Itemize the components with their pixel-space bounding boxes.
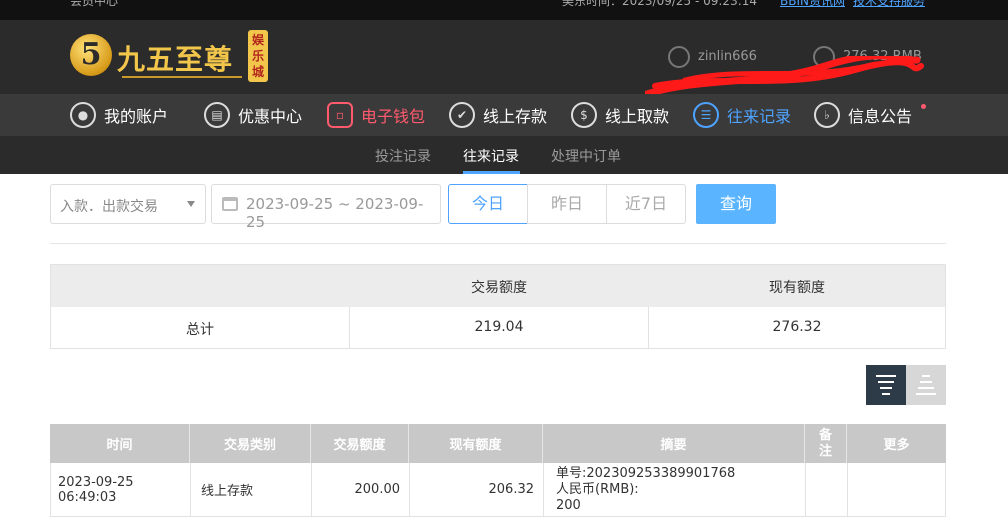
- table-row: 2023-09-25 06:49:03 线上存款 200.00 206.32 单…: [50, 463, 946, 517]
- summary-header-amount: 交易额度: [471, 280, 527, 296]
- cell-balance: 206.32: [410, 463, 544, 516]
- top-bar: 会员中心 美东时间：2023/09/25 - 09:23:14 BBIN资讯网 …: [0, 0, 1008, 20]
- column-more: 更多: [883, 438, 910, 453]
- date-range-value: 2023-09-25 ~ 2023-09-25: [246, 195, 424, 231]
- chevron-down-icon: [187, 201, 195, 207]
- nav-e-wallet[interactable]: ▫ 电子钱包: [327, 94, 425, 136]
- transaction-type-select[interactable]: 入款．出款交易: [50, 184, 206, 224]
- nav-online-withdraw[interactable]: $ 线上取款: [571, 94, 669, 136]
- main-nav: ● 我的账户 ▤ 优惠中心 ▫ 电子钱包 ✔ 线上存款 $ 线上取款 ☰ 往来记…: [0, 94, 1008, 136]
- summary-total-amount: 219.04: [474, 319, 524, 335]
- nav-label: 线上存款: [483, 107, 548, 126]
- username: zinlin666: [698, 49, 757, 64]
- nav-label: 线上取款: [605, 107, 670, 126]
- sort-descending-icon[interactable]: [866, 365, 906, 405]
- calendar-icon: [222, 197, 238, 211]
- yesterday-button[interactable]: 昨日: [527, 184, 607, 224]
- tab-pending-orders[interactable]: 处理中订单: [551, 146, 621, 166]
- cell-summary: 单号:202309253389901768 人民币(RMB): 200: [544, 463, 806, 516]
- logo-text: 九五至尊: [117, 43, 234, 76]
- balance-icon: [813, 46, 835, 68]
- tab-transaction-records[interactable]: 往来记录: [463, 146, 519, 166]
- transaction-type-value: 入款．出款交易: [60, 199, 158, 215]
- summary-table: 交易额度 现有额度 总计 219.04 276.32: [50, 264, 946, 349]
- divider: [50, 243, 946, 244]
- cell-time: 2023-09-25 06:49:03: [51, 463, 191, 516]
- query-button[interactable]: 查询: [696, 184, 776, 224]
- sub-nav: 投注记录 往来记录 处理中订单: [0, 136, 1008, 174]
- cell-note: [806, 463, 848, 516]
- nav-online-deposit[interactable]: ✔ 线上存款: [449, 94, 547, 136]
- bbin-news-link[interactable]: BBIN资讯网: [780, 0, 845, 9]
- logo-badge: 娱乐城: [248, 30, 268, 82]
- column-time: 时间: [50, 424, 190, 463]
- notification-dot: [921, 104, 926, 109]
- bell-icon: ♭: [814, 102, 840, 128]
- wallet-icon: ▫: [327, 102, 353, 128]
- nav-promotions[interactable]: ▤ 优惠中心: [204, 94, 302, 136]
- today-button[interactable]: 今日: [448, 184, 528, 224]
- last-7-days-button[interactable]: 近7日: [606, 184, 686, 224]
- nav-label: 信息公告: [848, 107, 913, 126]
- logo-mark: 5: [70, 34, 112, 76]
- deposit-icon: ✔: [449, 102, 475, 128]
- currency-amount: 200: [556, 497, 581, 513]
- column-note: 备注: [805, 424, 847, 463]
- tech-support-link[interactable]: 技术支持服务: [853, 0, 925, 9]
- column-amount: 交易额度: [311, 424, 409, 463]
- person-icon: ●: [70, 102, 96, 128]
- date-range-input[interactable]: 2023-09-25 ~ 2023-09-25: [211, 184, 441, 231]
- column-summary: 摘要: [543, 424, 805, 463]
- gift-icon: ▤: [204, 102, 230, 128]
- summary-total-balance: 276.32: [772, 319, 822, 335]
- server-time: 美东时间：2023/09/25 - 09:23:14: [562, 0, 758, 8]
- nav-records[interactable]: ☰ 往来记录: [693, 94, 791, 136]
- table-header: 时间 交易类别 交易额度 现有额度 摘要 备注 更多: [50, 424, 946, 463]
- nav-label: 优惠中心: [238, 107, 303, 126]
- site-logo[interactable]: 5 九五至尊 娱乐城: [70, 30, 270, 84]
- cell-amount: 200.00: [312, 463, 410, 516]
- currency-label: 人民币(RMB):: [556, 481, 639, 497]
- cell-type: 线上存款: [191, 463, 312, 516]
- nav-label: 我的账户: [104, 107, 169, 126]
- column-type: 交易类别: [190, 424, 311, 463]
- cell-more[interactable]: [848, 463, 947, 516]
- summary-total-label: 总计: [186, 322, 214, 338]
- column-balance: 现有额度: [409, 424, 543, 463]
- tab-bet-records[interactable]: 投注记录: [375, 146, 431, 166]
- user-icon: [668, 46, 690, 68]
- withdraw-icon: $: [571, 102, 597, 128]
- logo-underline: [122, 76, 242, 78]
- active-tab-underline: [463, 171, 520, 174]
- order-number: 单号:202309253389901768: [556, 465, 736, 481]
- summary-header-balance: 现有额度: [769, 280, 825, 296]
- records-icon: ☰: [693, 102, 719, 128]
- site-header: 5 九五至尊 娱乐城 zinlin666 276.32 RMB: [0, 20, 1008, 98]
- nav-label: 电子钱包: [361, 107, 426, 126]
- nav-announcements[interactable]: ♭ 信息公告: [814, 94, 912, 136]
- sort-ascending-icon[interactable]: [906, 365, 946, 405]
- balance: 276.32 RMB: [843, 49, 922, 64]
- nav-my-account[interactable]: ● 我的账户: [70, 94, 168, 136]
- nav-label: 往来记录: [727, 107, 792, 126]
- member-center-label: 会员中心: [70, 0, 119, 8]
